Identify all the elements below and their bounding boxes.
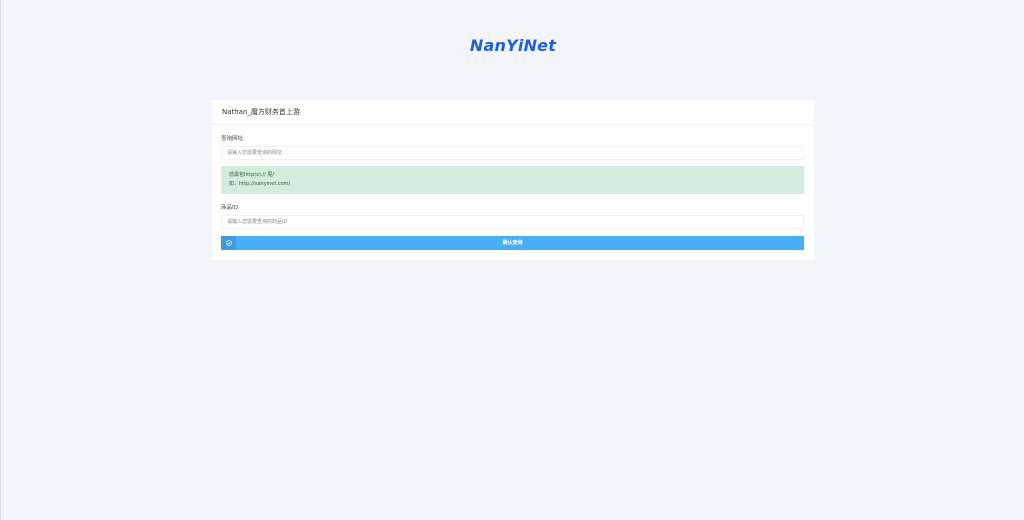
site-logo[interactable]: NanYiNet [1,36,1024,55]
confirm-query-button[interactable]: 确认查询 [221,236,804,250]
card-body: 查询网址: 前需包http(s):// 尾/ 如：http://nanyinet… [212,135,814,250]
hint-line-1: 前需包http(s):// 尾/ [229,172,275,178]
page: NanYiNet Nathan_魔方财务首上游 查询网址: 前需包http(s)… [0,0,1024,520]
confirm-query-label: 确认查询 [502,240,523,246]
query-card: Nathan_魔方财务首上游 查询网址: 前需包http(s):// 尾/ 如：… [212,100,814,260]
hint-line-2: 如：http://nanyinet.com/ [229,181,291,187]
url-input[interactable] [221,146,804,160]
product-id-input[interactable] [221,215,804,229]
card-title: Nathan_魔方财务首上游 [212,100,814,125]
url-hint-alert: 前需包http(s):// 尾/ 如：http://nanyinet.com/ [221,166,804,194]
product-id-label: 商品ID: [221,205,240,211]
check-circle-icon [221,236,236,250]
url-label: 查询网址: [221,136,245,142]
